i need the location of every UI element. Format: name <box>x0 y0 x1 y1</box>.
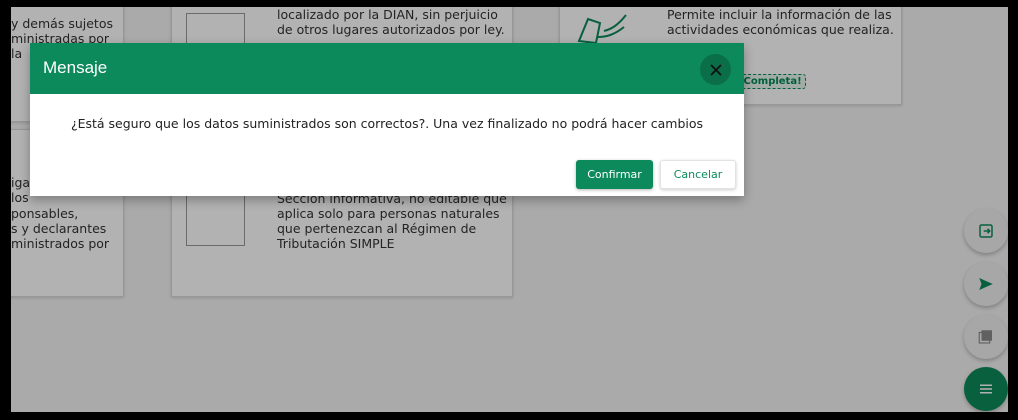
confirm-button[interactable]: Confirmar <box>576 160 653 189</box>
close-icon <box>709 63 722 76</box>
confirmation-modal: Mensaje ¿Está seguro que los datos sumin… <box>30 43 744 196</box>
modal-message: ¿Está seguro que los datos suministrados… <box>70 116 704 131</box>
modal-title: Mensaje <box>43 58 108 77</box>
modal-header: Mensaje <box>30 43 744 94</box>
close-button[interactable] <box>700 54 731 85</box>
screen: y demás sujetos ministradas por la igad … <box>11 7 1008 412</box>
cancel-button[interactable]: Cancelar <box>660 160 736 189</box>
